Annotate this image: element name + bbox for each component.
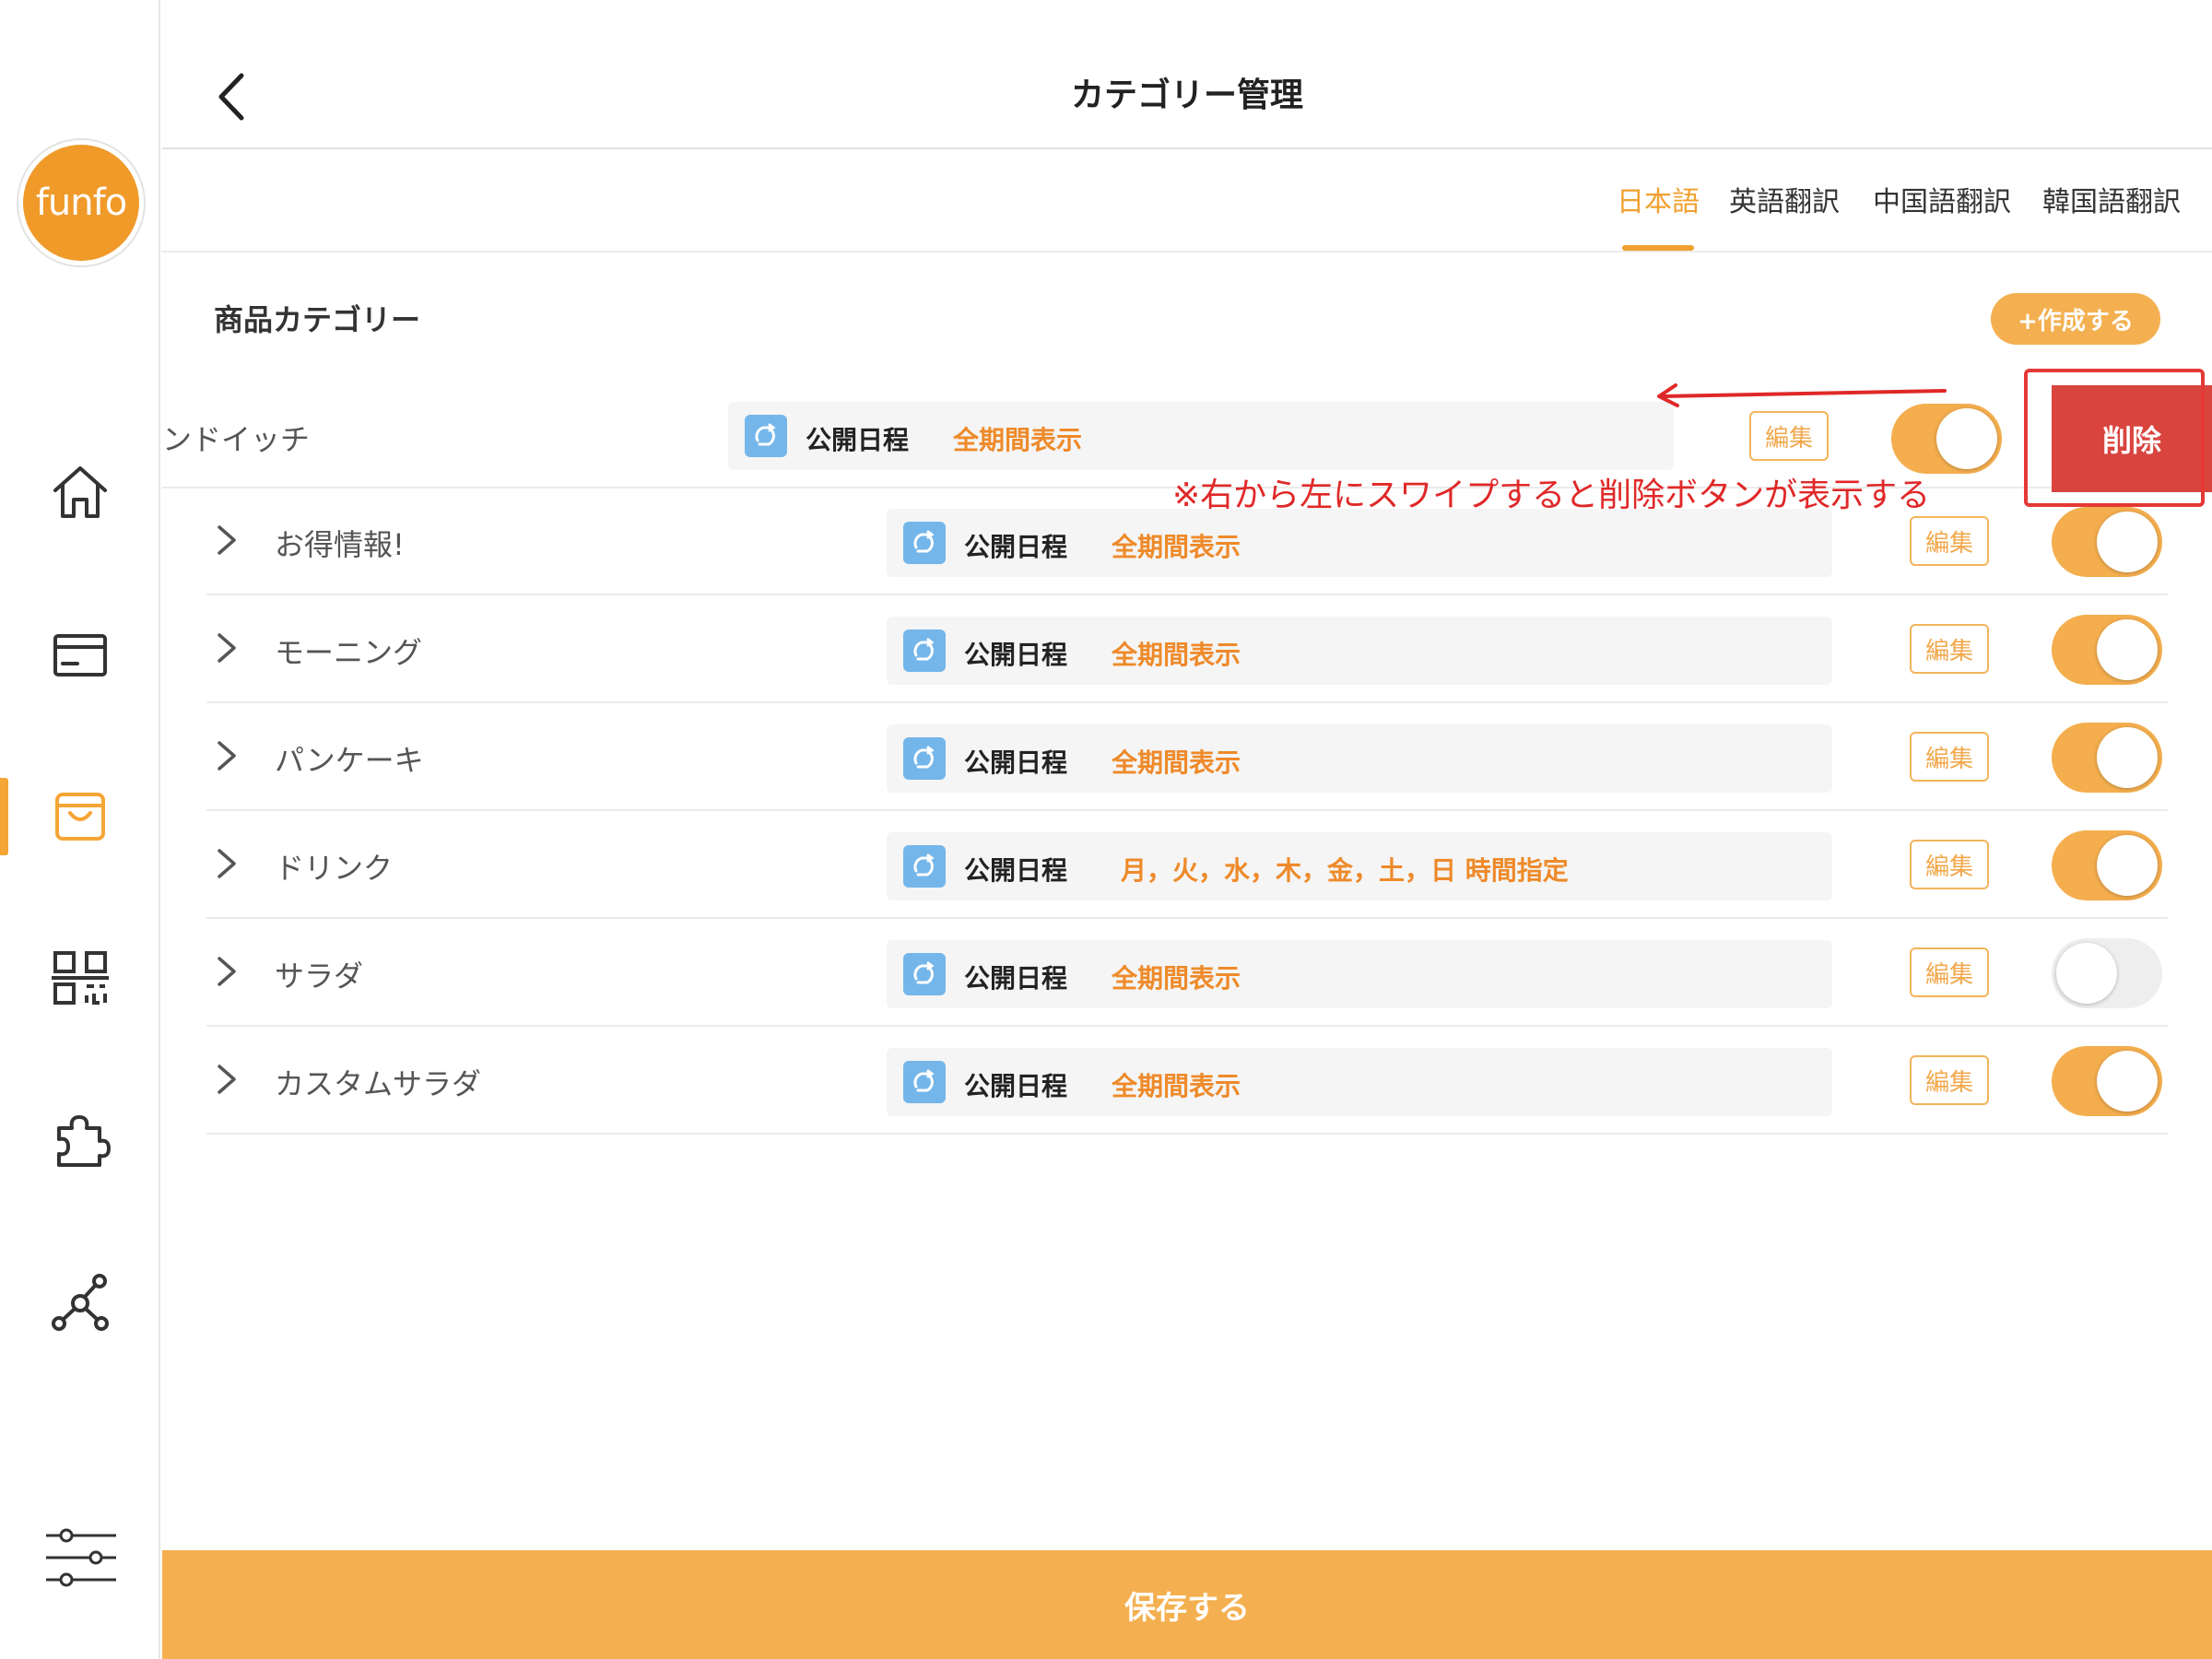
visibility-toggle[interactable] bbox=[1891, 404, 2002, 474]
category-name: お得情報! bbox=[275, 527, 405, 562]
create-category-button[interactable]: +作成する bbox=[1991, 293, 2160, 345]
schedule-icon bbox=[903, 522, 946, 564]
funfo-logo: funfo bbox=[23, 145, 139, 261]
category-name: ンドイッチ bbox=[162, 422, 311, 457]
schedule-value: 全期間表示 bbox=[1112, 640, 1241, 670]
visibility-toggle[interactable] bbox=[2052, 615, 2162, 685]
edit-button[interactable]: 編集 bbox=[1910, 840, 1989, 889]
category-row[interactable]: カスタムサラダ 公開日程 全期間表示 編集 bbox=[206, 1028, 2168, 1135]
shopping-bag-icon[interactable] bbox=[46, 782, 114, 850]
qr-code-icon[interactable] bbox=[46, 944, 114, 1012]
schedule-label: 公開日程 bbox=[964, 1071, 1068, 1101]
schedule-icon bbox=[745, 415, 787, 457]
save-button[interactable]: 保存する bbox=[162, 1550, 2212, 1659]
swipe-left-arrow bbox=[1650, 374, 1954, 411]
toggle-knob bbox=[2056, 943, 2117, 1004]
toggle-knob bbox=[2097, 1051, 2158, 1112]
schedule-value: 全期間表示 bbox=[953, 425, 1083, 455]
schedule-box: 公開日程 全期間表示 bbox=[728, 402, 1674, 470]
category-row[interactable]: サラダ 公開日程 全期間表示 編集 bbox=[206, 920, 2168, 1027]
toggle-knob bbox=[2097, 619, 2158, 680]
visibility-toggle[interactable] bbox=[2052, 1046, 2162, 1116]
language-tabs: 日本語 英語翻訳 中国語翻訳 韓国語翻訳 bbox=[162, 149, 2212, 253]
sidebar: funfo bbox=[0, 0, 160, 1659]
section-title: 商品カテゴリー bbox=[214, 302, 421, 337]
schedule-box: 公開日程 月，火，水，木，金，土，日 時間指定 bbox=[887, 832, 1832, 900]
schedule-value: 全期間表示 bbox=[1112, 532, 1241, 562]
edit-button[interactable]: 編集 bbox=[1910, 1055, 1989, 1105]
schedule-icon bbox=[903, 953, 946, 995]
schedule-label: 公開日程 bbox=[964, 855, 1068, 886]
toggle-knob bbox=[2097, 835, 2158, 896]
active-indicator bbox=[0, 778, 8, 855]
schedule-label: 公開日程 bbox=[964, 532, 1068, 562]
toggle-knob bbox=[1936, 408, 1997, 469]
chevron-right-icon[interactable] bbox=[206, 843, 247, 884]
schedule-box: 公開日程 全期間表示 bbox=[887, 724, 1832, 793]
toggle-knob bbox=[2097, 727, 2158, 788]
visibility-toggle[interactable] bbox=[2052, 723, 2162, 793]
visibility-toggle[interactable] bbox=[2052, 938, 2162, 1008]
puzzle-icon[interactable] bbox=[46, 1106, 114, 1174]
chevron-right-icon[interactable] bbox=[206, 520, 247, 560]
tab-korean[interactable]: 韓国語翻訳 bbox=[2042, 179, 2181, 251]
toggle-knob bbox=[2097, 512, 2158, 572]
tab-japanese[interactable]: 日本語 bbox=[1617, 179, 1700, 251]
annotation-highlight-box bbox=[2024, 369, 2205, 507]
schedule-label: 公開日程 bbox=[964, 747, 1068, 778]
schedule-value: 全期間表示 bbox=[1112, 963, 1241, 994]
category-name: サラダ bbox=[275, 959, 364, 994]
schedule-box: 公開日程 全期間表示 bbox=[887, 1048, 1832, 1116]
schedule-box: 公開日程 全期間表示 bbox=[887, 940, 1832, 1008]
edit-button[interactable]: 編集 bbox=[1910, 516, 1989, 566]
category-row[interactable]: お得情報! 公開日程 全期間表示 編集 bbox=[206, 488, 2168, 595]
edit-button[interactable]: 編集 bbox=[1910, 624, 1989, 674]
chevron-right-icon[interactable] bbox=[206, 951, 247, 992]
home-icon[interactable] bbox=[46, 459, 114, 527]
logo-ring: funfo bbox=[17, 138, 146, 267]
category-name: カスタムサラダ bbox=[275, 1066, 482, 1101]
schedule-value: 全期間表示 bbox=[1112, 1071, 1241, 1101]
schedule-icon bbox=[903, 1061, 946, 1103]
schedule-icon bbox=[903, 845, 946, 888]
page-title: カテゴリー管理 bbox=[1070, 76, 1303, 114]
chevron-right-icon[interactable] bbox=[206, 735, 247, 776]
edit-button[interactable]: 編集 bbox=[1910, 732, 1989, 782]
header: カテゴリー管理 bbox=[162, 0, 2212, 149]
category-name: パンケーキ bbox=[275, 743, 424, 778]
visibility-toggle[interactable] bbox=[2052, 830, 2162, 900]
category-row[interactable]: モーニング 公開日程 全期間表示 編集 bbox=[206, 596, 2168, 703]
visibility-toggle[interactable] bbox=[2052, 507, 2162, 577]
category-name: モーニング bbox=[275, 635, 423, 670]
tab-english[interactable]: 英語翻訳 bbox=[1729, 179, 1840, 251]
category-row[interactable]: パンケーキ 公開日程 全期間表示 編集 bbox=[206, 704, 2168, 811]
network-icon[interactable] bbox=[46, 1268, 114, 1336]
schedule-label: 公開日程 bbox=[964, 963, 1068, 994]
chevron-right-icon[interactable] bbox=[206, 628, 247, 668]
chevron-right-icon[interactable] bbox=[206, 1059, 247, 1100]
schedule-value: 月，火，水，木，金，土，日 時間指定 bbox=[1121, 855, 1569, 886]
schedule-label: 公開日程 bbox=[806, 425, 910, 455]
edit-button[interactable]: 編集 bbox=[1749, 411, 1829, 461]
category-name: ドリンク bbox=[275, 851, 394, 886]
schedule-icon bbox=[903, 737, 946, 780]
schedule-box: 公開日程 全期間表示 bbox=[887, 617, 1832, 685]
card-icon[interactable] bbox=[46, 621, 114, 689]
tab-chinese[interactable]: 中国語翻訳 bbox=[1873, 179, 2011, 251]
schedule-box: 公開日程 全期間表示 bbox=[887, 509, 1832, 577]
schedule-label: 公開日程 bbox=[964, 640, 1068, 670]
edit-button[interactable]: 編集 bbox=[1910, 947, 1989, 997]
schedule-icon bbox=[903, 629, 946, 672]
settings-sliders-icon[interactable] bbox=[42, 1524, 120, 1593]
schedule-value: 全期間表示 bbox=[1112, 747, 1241, 778]
category-row[interactable]: ドリンク 公開日程 月，火，水，木，金，土，日 時間指定 編集 bbox=[206, 812, 2168, 919]
